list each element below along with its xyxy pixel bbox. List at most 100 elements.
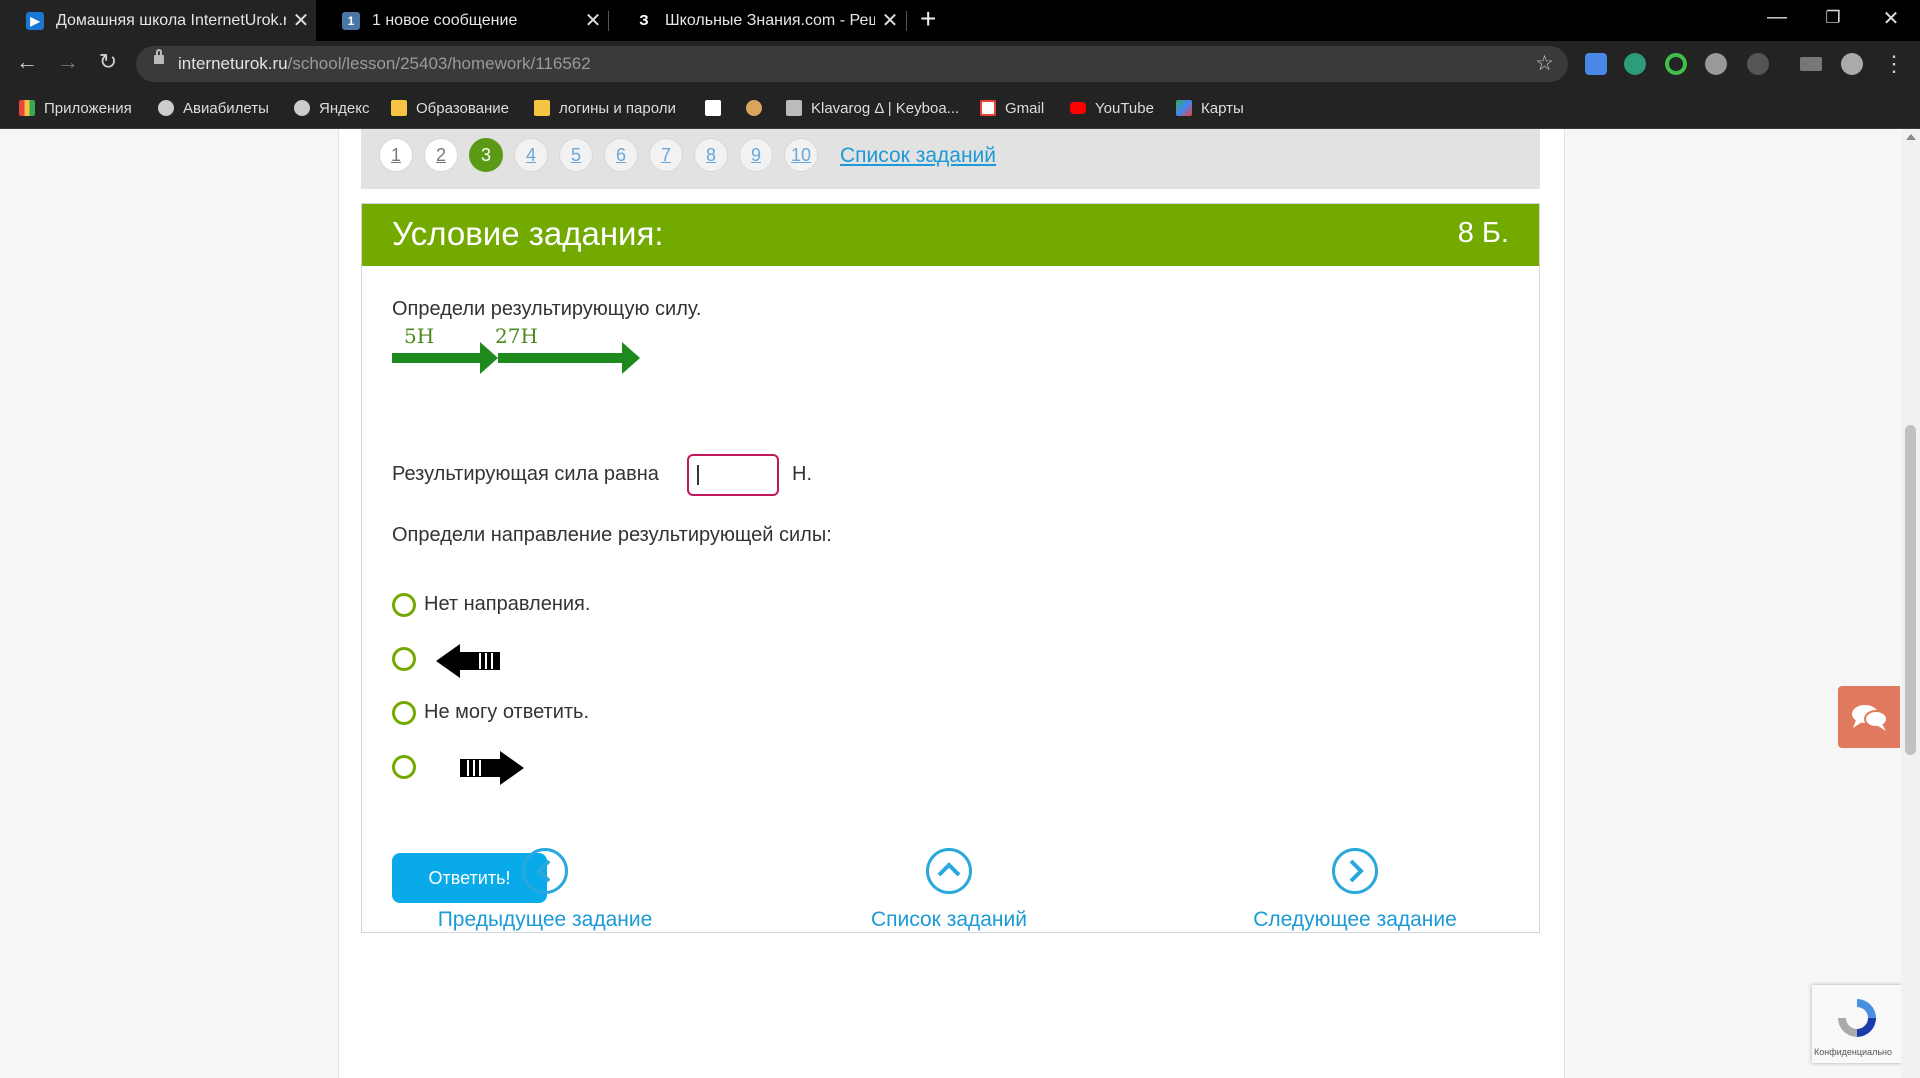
forward-arrow-icon[interactable]: → xyxy=(52,49,84,75)
window-close-icon[interactable]: ✕ xyxy=(1871,6,1911,31)
task-title: Условие задания: xyxy=(392,215,664,252)
task-header: Условие задания: 8 Б. xyxy=(362,204,1539,266)
bookmark-klavarog[interactable]: Klavarog Δ | Keyboa... xyxy=(786,88,959,128)
egov-icon xyxy=(705,100,721,116)
tab-title: 1 новое сообщение xyxy=(372,11,518,29)
bookmark-egov[interactable] xyxy=(705,88,730,128)
content-container: 1 2 3 4 5 6 7 8 9 10 Список заданий Усло… xyxy=(338,129,1565,1078)
close-icon[interactable]: ✕ xyxy=(286,8,316,33)
bookmark-maps[interactable]: Карты xyxy=(1176,88,1244,128)
menu-kebab-icon[interactable]: ⋮ xyxy=(1883,53,1905,75)
question-text: Определи результирующую силу. xyxy=(392,298,702,320)
chat-bubbles-icon xyxy=(1852,705,1888,731)
youtube-icon xyxy=(1070,102,1086,114)
page-link-6[interactable]: 6 xyxy=(604,138,638,172)
radio-option-1[interactable] xyxy=(392,593,416,617)
page-link-5[interactable]: 5 xyxy=(559,138,593,172)
page-link-7[interactable]: 7 xyxy=(649,138,683,172)
page-link-2[interactable]: 2 xyxy=(424,138,458,172)
bookmark-aviabilety[interactable]: Авиабилеты xyxy=(158,88,269,128)
tab-vk-messages[interactable]: 1 1 новое сообщение ✕ xyxy=(316,0,608,41)
media-control-icon[interactable] xyxy=(1800,57,1822,71)
tab-internet-urok[interactable]: ▶ Домашняя школа InternetUrok.r ✕ xyxy=(0,0,316,41)
znanija-icon: З xyxy=(639,12,649,29)
back-arrow-icon[interactable]: ← xyxy=(11,49,43,75)
grammar-extension-icon[interactable] xyxy=(1624,53,1646,75)
next-task-link[interactable]: Следующее задание xyxy=(1230,908,1480,932)
page-link-8[interactable]: 8 xyxy=(694,138,728,172)
gear-favicon-icon xyxy=(746,100,762,116)
task-list-bottom-link[interactable]: Список заданий xyxy=(824,908,1074,932)
bookmark-folder-education[interactable]: Образование xyxy=(391,88,509,128)
globe-icon xyxy=(158,100,174,116)
incognito-extension-icon[interactable] xyxy=(1705,53,1727,75)
arrow-right-icon xyxy=(460,751,524,785)
bookmark-gear-site[interactable] xyxy=(746,88,771,128)
radio-option-2[interactable] xyxy=(392,647,416,671)
page-link-1[interactable]: 1 xyxy=(379,138,413,172)
radio-option-4[interactable] xyxy=(392,755,416,779)
chevron-left-circle-icon[interactable] xyxy=(522,848,568,894)
play-icon: ▶ xyxy=(26,11,44,30)
apps-icon xyxy=(19,100,35,116)
page-link-9[interactable]: 9 xyxy=(739,138,773,172)
page-link-10[interactable]: 10 xyxy=(784,138,818,172)
task-list-nav[interactable]: Список заданий xyxy=(824,848,1074,932)
translate-extension-icon[interactable] xyxy=(1585,53,1607,75)
bookmark-gmail[interactable]: Gmail xyxy=(980,88,1044,128)
url-text: interneturok.ru/school/lesson/25403/home… xyxy=(178,54,591,73)
chevron-up-circle-icon[interactable] xyxy=(926,848,972,894)
restore-icon[interactable]: ❐ xyxy=(1813,8,1853,28)
task-list-link[interactable]: Список заданий xyxy=(840,144,996,168)
disabled-extension-icon[interactable] xyxy=(1747,53,1769,75)
prev-task-nav[interactable]: Предыдущее задание xyxy=(420,848,670,932)
lock-icon xyxy=(154,49,164,64)
arrow-left-icon xyxy=(436,644,500,678)
close-icon[interactable]: ✕ xyxy=(875,8,905,33)
globe-icon xyxy=(294,100,310,116)
option-text-no-direction: Нет направления. xyxy=(424,593,591,615)
tab-znanija[interactable]: З Школьные Знания.com - Решаю ✕ xyxy=(609,0,905,41)
vk-icon: 1 xyxy=(342,11,360,30)
answer-input[interactable] xyxy=(687,454,779,496)
bookmark-youtube[interactable]: YouTube xyxy=(1070,88,1154,128)
page-link-4[interactable]: 4 xyxy=(514,138,548,172)
chevron-right-circle-icon[interactable] xyxy=(1332,848,1378,894)
recaptcha-badge[interactable]: Конфиденциально xyxy=(1812,985,1902,1063)
address-bar[interactable]: interneturok.ru/school/lesson/25403/home… xyxy=(136,46,1568,82)
tab-divider xyxy=(906,11,907,31)
bookmarks-bar: Приложения Авиабилеты Яндекс Образование… xyxy=(0,88,1920,129)
task-card: Условие задания: 8 Б. Определи результир… xyxy=(361,203,1540,933)
option-text-cannot-answer: Не могу ответить. xyxy=(424,701,590,723)
bookmark-star-icon[interactable]: ☆ xyxy=(1535,51,1554,76)
maps-icon xyxy=(1176,100,1192,116)
answer-label: Результирующая сила равна xyxy=(392,463,659,485)
next-task-nav[interactable]: Следующее задание xyxy=(1230,848,1480,932)
page-link-3[interactable]: 3 xyxy=(469,138,503,172)
radio-option-3[interactable] xyxy=(392,701,416,725)
minimize-icon[interactable]: — xyxy=(1757,6,1797,29)
chat-button[interactable] xyxy=(1838,686,1900,748)
tab-title: Школьные Знания.com - Решаю xyxy=(665,11,875,29)
page-scrollbar[interactable] xyxy=(1901,129,1920,1078)
tab-title: Домашняя школа InternetUrok.r xyxy=(56,11,286,29)
force-arrow-2 xyxy=(498,342,640,374)
answer-unit: Н. xyxy=(792,463,812,485)
green-circle-extension-icon[interactable] xyxy=(1665,53,1687,75)
bookmark-apps[interactable]: Приложения xyxy=(19,88,132,128)
folder-icon xyxy=(534,100,550,116)
scroll-up-icon[interactable] xyxy=(1906,134,1916,140)
prev-task-link[interactable]: Предыдущее задание xyxy=(420,908,670,932)
recaptcha-label: Конфиденциально xyxy=(1814,1047,1892,1057)
reload-icon[interactable]: ↻ xyxy=(92,49,124,75)
bookmark-yandex[interactable]: Яндекс xyxy=(294,88,369,128)
folder-icon xyxy=(391,100,407,116)
gmail-icon xyxy=(980,100,996,116)
profile-avatar[interactable] xyxy=(1841,53,1863,75)
scrollbar-thumb[interactable] xyxy=(1905,425,1916,755)
new-tab-plus-icon[interactable]: + xyxy=(920,3,936,35)
close-icon[interactable]: ✕ xyxy=(578,8,608,33)
force-vectors-diagram xyxy=(392,342,640,374)
task-points: 8 Б. xyxy=(1457,217,1509,249)
bookmark-folder-logins[interactable]: логины и пароли xyxy=(534,88,676,128)
